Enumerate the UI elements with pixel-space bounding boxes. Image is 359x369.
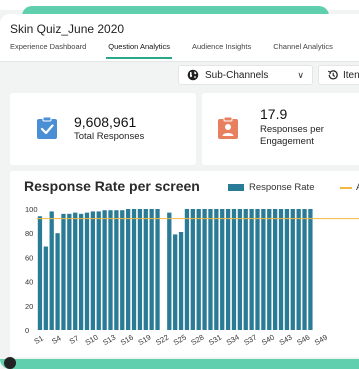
y-tick-label: 20 (25, 302, 33, 311)
x-tick-label: S31 (207, 333, 223, 347)
clipboard-user-icon (218, 117, 238, 139)
x-tick-label: S25 (172, 333, 188, 347)
x-tick-label: S10 (84, 333, 100, 347)
history-icon (327, 70, 338, 80)
chart-bar (243, 209, 248, 330)
chart-bar (225, 209, 231, 330)
chart-bar (237, 209, 242, 330)
chart-bar (55, 233, 60, 330)
items-label: Iten (343, 69, 359, 81)
items-dropdown[interactable]: Iten (318, 65, 359, 85)
responses-per-engagement-value: 17.9 (260, 106, 288, 122)
responses-per-engagement-label: Responses per Engagement (260, 124, 324, 147)
chart-bar (302, 209, 307, 330)
subchannels-dropdown[interactable]: Sub-Channels ∨ (178, 65, 313, 85)
chart-bar (214, 209, 219, 330)
chart-bar (126, 209, 131, 330)
chart-bar (108, 210, 113, 330)
chart-bar (196, 209, 201, 330)
chart-bar (261, 209, 266, 330)
chart-bar (173, 234, 178, 330)
chart-bar (84, 212, 90, 330)
chart-bar (143, 209, 148, 330)
x-tick-label: S1 (32, 334, 44, 346)
x-tick-label: S37 (242, 333, 258, 347)
chart-bar (96, 211, 101, 330)
x-tick-label: S16 (119, 333, 135, 347)
x-tick-label: S22 (154, 333, 170, 347)
chart-bar (102, 210, 107, 330)
chart-bar (137, 209, 143, 330)
chart-bar (155, 209, 160, 330)
chart-bar (296, 209, 301, 330)
tab-audience-insights[interactable]: Audience Insights (192, 42, 251, 59)
tab-experience-dashboard[interactable]: Experience Dashboard (10, 42, 86, 59)
tab-question-analytics[interactable]: Question Analytics (106, 42, 172, 59)
chart-bar (78, 213, 84, 330)
chart-bar (149, 209, 154, 330)
page-title: Skin Quiz_June 2020 (10, 22, 125, 36)
x-tick-label: S40 (260, 333, 276, 347)
chart-bar (290, 209, 295, 330)
x-tick-label: S43 (278, 333, 294, 347)
response-rate-chart: 020406080100S1 S4 S7 S10 S13 S16 S19 S22 S25 S28 S… (25, 205, 359, 347)
x-tick-label: S34 (225, 333, 241, 347)
bottom-accent-bar (0, 357, 359, 369)
chart-bar (190, 209, 195, 330)
x-tick-label: S46 (295, 333, 311, 347)
chart-bar (61, 213, 66, 330)
globe-icon (187, 69, 199, 81)
x-tick-label: S4 (50, 334, 62, 346)
responses-per-engagement-card: 17.9 Responses per Engagement (202, 93, 359, 165)
chart-bar (37, 216, 43, 330)
chart-bar (49, 211, 54, 330)
total-responses-value: 9,608,961 (74, 114, 137, 130)
y-tick-label: 60 (25, 253, 33, 262)
chart-bar (308, 209, 313, 330)
x-tick-label: S49 (313, 333, 329, 347)
x-tick-label: S13 (101, 333, 117, 347)
chart-bar (249, 209, 254, 330)
chart-bar (255, 209, 260, 330)
chart-bar (167, 212, 172, 330)
chart-bar (267, 209, 272, 330)
subchannels-label: Sub-Channels (205, 69, 269, 81)
chart-bar (202, 209, 207, 330)
x-tick-label: S7 (68, 334, 80, 346)
chart-bar (131, 209, 137, 330)
total-responses-label: Total Responses (74, 131, 145, 142)
x-tick-label: S28 (189, 333, 205, 347)
y-tick-label: 100 (25, 205, 38, 214)
y-tick-label: 40 (25, 278, 33, 287)
chart-bar (114, 210, 119, 330)
chart-bar (273, 209, 278, 330)
top-accent-bar (0, 0, 359, 20)
tab-bar: Experience Dashboard Question Analytics … (10, 42, 355, 59)
clipboard-check-icon (37, 117, 57, 139)
chart-bar (73, 212, 78, 330)
chart-bar (120, 210, 125, 330)
chart-bar (178, 231, 184, 330)
chart-bar (208, 209, 213, 330)
header: Skin Quiz_June 2020 Experience Dashboard… (0, 14, 359, 62)
tab-channel-analytics[interactable]: Channel Analytics (273, 42, 333, 59)
y-tick-label: 0 (25, 326, 29, 335)
total-responses-card: 9,608,961 Total Responses (10, 93, 196, 165)
chevron-down-icon: ∨ (297, 69, 304, 80)
chart-bar (90, 211, 95, 330)
chart-bar (43, 246, 48, 330)
chart-bar (67, 213, 72, 330)
app-frame: Skin Quiz_June 2020 Experience Dashboard… (0, 0, 359, 369)
response-rate-chart-card: Response Rate per screen Response Rate A… (10, 171, 359, 357)
filter-bar: Sub-Channels ∨ Iten (178, 65, 359, 85)
chart-bar (220, 209, 225, 330)
chart-bar (184, 209, 190, 330)
x-tick-label: S19 (136, 333, 152, 347)
y-tick-label: 80 (25, 229, 33, 238)
chart-bar (284, 209, 290, 330)
chart-bar (278, 209, 284, 330)
chart-bar (231, 209, 237, 330)
